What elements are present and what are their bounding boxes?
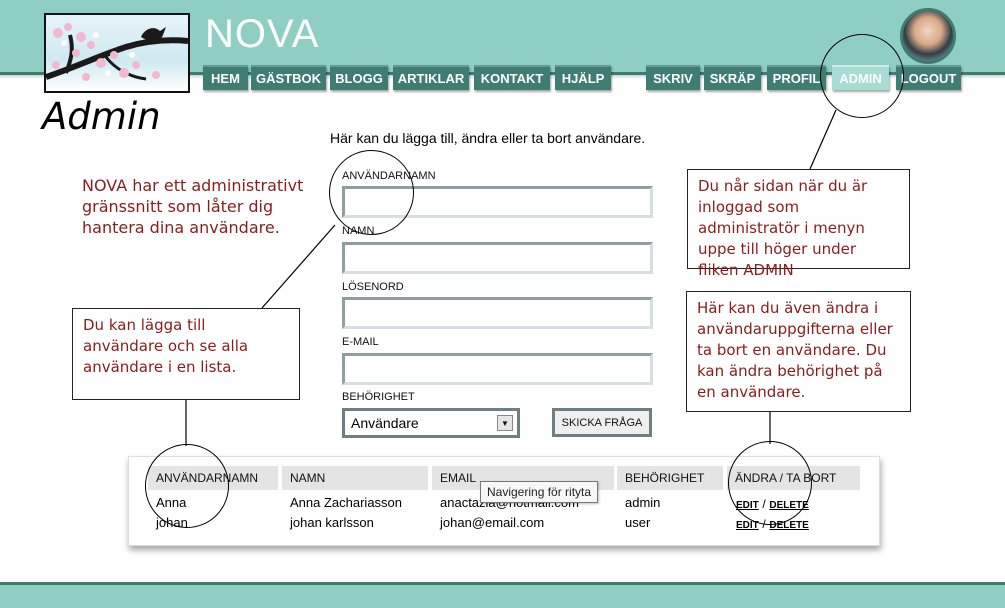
nav-skrap[interactable]: SKRÄP <box>704 65 761 90</box>
nav-blogg[interactable]: BLOGG <box>330 65 388 90</box>
nav-profil[interactable]: PROFIL <box>767 65 826 90</box>
callout-add-users: Du kan lägga till användare och se alla … <box>72 308 300 400</box>
chevron-down-icon[interactable]: ▼ <box>497 415 513 431</box>
password-label: LÖSENORD <box>342 281 404 293</box>
cell-email: johan@email.com <box>440 515 545 530</box>
callout-admin-intro: NOVA har ett administrativt gränssnitt s… <box>82 176 304 237</box>
callout-access: Du når sidan när du är inloggad som admi… <box>687 169 910 279</box>
col-header-name: NAMN <box>282 466 428 490</box>
highlight-circle-actions <box>728 441 812 525</box>
footer-band <box>0 582 1005 608</box>
page-title: Admin <box>42 95 161 138</box>
permission-label: BEHÖRIGHET <box>342 391 415 403</box>
cherry-blossom-bird-icon <box>46 23 188 81</box>
nav-logout[interactable]: LOGOUT <box>896 65 961 90</box>
permission-select[interactable]: Användare ▼ <box>342 408 520 438</box>
email-input[interactable] <box>342 353 653 385</box>
nav-gastbok[interactable]: GÄSTBOK <box>251 65 326 90</box>
site-logo[interactable] <box>44 13 190 93</box>
nav-kontakt[interactable]: KONTAKT <box>474 65 550 90</box>
brand-name: NOVA <box>205 12 320 56</box>
email-label: E-MAIL <box>342 336 379 348</box>
password-input[interactable] <box>342 297 653 329</box>
user-avatar[interactable] <box>900 8 956 64</box>
highlight-circle-list <box>145 444 229 528</box>
submit-button[interactable]: SKICKA FRÅGA <box>552 408 652 437</box>
col-header-permission: BEHÖRIGHET <box>617 466 723 490</box>
permission-select-value: Användare <box>351 415 419 431</box>
tooltip: Navigering för rityta <box>480 481 599 503</box>
nav-skriv[interactable]: SKRIV <box>646 65 700 90</box>
nav-artiklar[interactable]: ARTIKLAR <box>393 65 469 90</box>
name-input[interactable] <box>342 242 653 274</box>
highlight-circle-admin <box>820 34 904 118</box>
cell-permission: admin <box>625 495 661 510</box>
cell-permission: user <box>625 515 651 530</box>
nav-hjalp[interactable]: HJÄLP <box>555 65 611 90</box>
page-intro: Här kan du lägga till, ändra eller ta bo… <box>330 130 646 146</box>
callout-edit-users: Här kan du även ändra i användaruppgifte… <box>686 291 911 412</box>
cell-name: Anna Zachariasson <box>290 495 403 510</box>
nav-hem[interactable]: HEM <box>203 65 248 90</box>
highlight-circle-form <box>329 150 414 235</box>
cell-name: johan karlsson <box>290 515 374 530</box>
